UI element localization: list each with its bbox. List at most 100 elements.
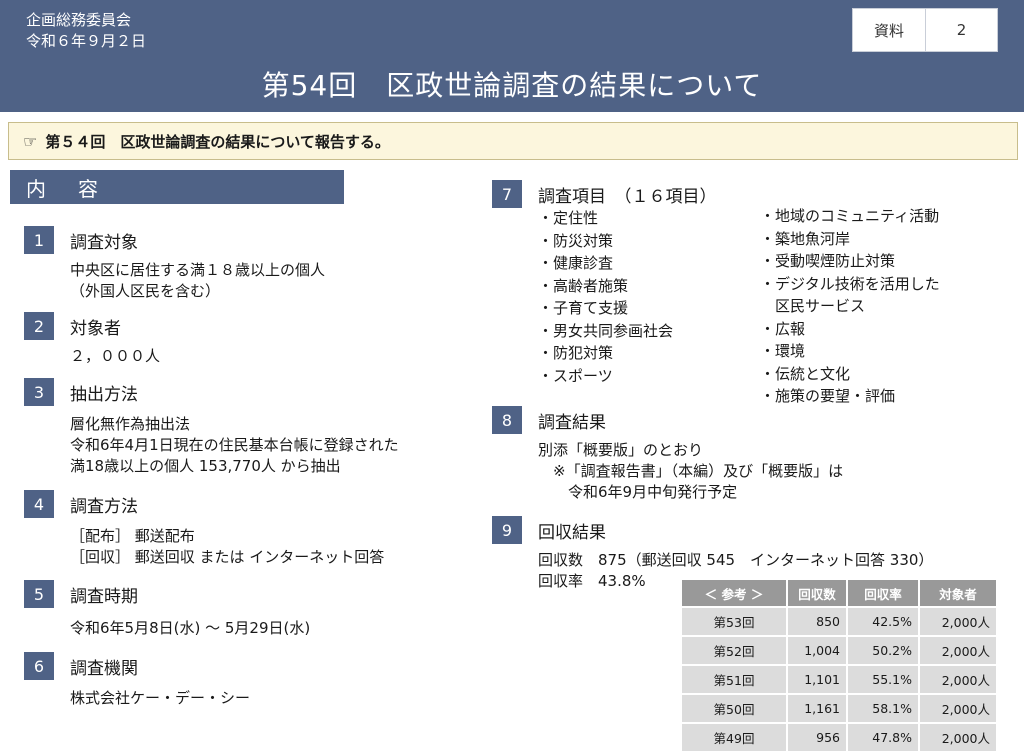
list-item: ・築地魚河岸 — [760, 229, 851, 248]
table-cell: 2,000人 — [918, 722, 998, 753]
item-sampling-method-body: 層化無作為抽出法 令和6年4月1日現在の住民基本台帳に登録された 満18歳以上の… — [70, 414, 399, 477]
table-cell: 55.1% — [846, 664, 920, 695]
body-line: 株式会社ケー・デー・シー — [70, 689, 251, 707]
body-line: ［回収］ 郵送回収 または インターネット回答 — [70, 548, 385, 566]
item-title: 調査方法 — [70, 497, 138, 517]
table-cell: 58.1% — [846, 693, 920, 724]
reference-table: ＜ 参考 ＞ 回収数 回収率 対象者 第53回 850 42.5% 2,000人… — [680, 578, 998, 753]
committee-date: 令和６年９月２日 — [26, 32, 147, 50]
column-header: 回収数 — [786, 578, 848, 608]
header-banner: 企画総務委員会 令和６年９月２日 資料 2 第54回 区政世論調査の結果について — [0, 0, 1024, 112]
list-item: ・健康診査 — [538, 254, 614, 272]
list-item: ・伝統と文化 — [760, 364, 851, 383]
list-item: ・デジタル技術を活用した — [760, 274, 940, 293]
table-cell: 第49回 — [680, 722, 788, 753]
table-cell: 47.8% — [846, 722, 920, 753]
item-number: 5 — [24, 580, 54, 608]
body-line: 令和6年4月1日現在の住民基本台帳に登録された — [70, 436, 399, 454]
summary-bar: ☞ 第５４回 区政世論調査の結果について報告する。 — [8, 122, 1018, 160]
list-item: ・スポーツ — [538, 366, 613, 385]
table-cell: 1,161 — [786, 693, 848, 724]
document-badge: 資料 2 — [852, 8, 998, 52]
committee-info: 企画総務委員会 令和６年９月２日 — [26, 10, 146, 52]
list-item: ・子育て支援 — [538, 299, 629, 317]
body-line: 回収数 875（郵送回収 545 インターネット回答 330） — [538, 551, 934, 569]
item-number: 4 — [24, 490, 54, 518]
table-cell: 第52回 — [680, 635, 788, 666]
table-row: 第49回 956 47.8% 2,000人 — [680, 722, 998, 753]
item-number: 9 — [492, 516, 522, 544]
table-row: 第50回 1,161 58.1% 2,000人 — [680, 693, 998, 724]
item-survey-agency-body: 株式会社ケー・デー・シー — [70, 688, 250, 709]
item-title: 対象者 — [70, 319, 121, 339]
table-cell: 2,000人 — [918, 606, 998, 637]
list-item: ・受動喫煙防止対策 — [760, 252, 896, 270]
item-number: 3 — [24, 378, 54, 406]
item-title: 回収結果 — [538, 523, 606, 543]
topics-list-right: ・地域のコミュニティ活動 ・築地魚河岸 ・受動喫煙防止対策 ・デジタル技術を活用… — [760, 205, 940, 408]
body-line: 層化無作為抽出法 — [70, 415, 191, 433]
table-cell: 50.2% — [846, 635, 920, 666]
table-cell: 956 — [786, 722, 848, 753]
item-title: 調査時期 — [70, 587, 138, 607]
badge-number: 2 — [956, 21, 967, 39]
item-survey-method-body: ［配布］ 郵送配布 ［回収］ 郵送回収 または インターネット回答 — [70, 526, 384, 568]
item-respondents-body: ２，０００人 — [70, 346, 160, 367]
page-title: 第54回 区政世論調査の結果について — [261, 69, 763, 102]
table-cell: 第50回 — [680, 693, 788, 724]
table-cell: 2,000人 — [918, 693, 998, 724]
table-cell: 1,101 — [786, 664, 848, 695]
table-cell: 2,000人 — [918, 635, 998, 666]
table-cell: 1,004 — [786, 635, 848, 666]
column-header: 対象者 — [918, 578, 998, 608]
item-number: 6 — [24, 652, 54, 680]
item-title: 調査機関 — [70, 659, 138, 679]
item-survey-period-body: 令和6年5月8日(水) ～ 5月29日(水) — [70, 618, 310, 639]
body-line: 令和6年9月中旬発行予定 — [538, 483, 738, 501]
body-line: 満18歳以上の個人 153,770人 から抽出 — [70, 457, 341, 475]
pointing-hand-icon: ☞ — [23, 131, 38, 151]
list-item: 区民サービス — [760, 297, 866, 315]
item-title: 調査結果 — [538, 413, 606, 433]
item-title: 調査対象 — [70, 233, 138, 253]
list-item: ・地域のコミュニティ活動 — [760, 207, 940, 225]
table-row: 第51回 1,101 55.1% 2,000人 — [680, 664, 998, 695]
list-item: ・環境 — [760, 342, 806, 360]
item-number: 1 — [24, 226, 54, 254]
list-item: ・定住性 — [538, 209, 599, 227]
badge-label: 資料 — [853, 9, 926, 51]
item-title: 抽出方法 — [70, 385, 138, 405]
list-item: ・高齢者施策 — [538, 276, 629, 295]
table-cell: 第51回 — [680, 664, 788, 695]
table-cell: 850 — [786, 606, 848, 637]
body-line: ［配布］ 郵送配布 — [70, 527, 195, 545]
item-title: 調査項目 （１６項目） — [538, 187, 717, 207]
table-cell: 2,000人 — [918, 664, 998, 695]
item-number: 7 — [492, 180, 522, 208]
list-item: ・防犯対策 — [538, 344, 614, 362]
body-line: 令和6年5月8日(水) ～ 5月29日(水) — [70, 619, 311, 637]
list-item: ・広報 — [760, 319, 806, 338]
column-header: ＜ 参考 ＞ — [680, 578, 788, 608]
committee-name: 企画総務委員会 — [26, 11, 132, 29]
table-header-row: ＜ 参考 ＞ 回収数 回収率 対象者 — [680, 578, 998, 608]
item-number: 2 — [24, 312, 54, 340]
summary-text: 第５４回 区政世論調査の結果について報告する。 — [45, 132, 390, 151]
list-item: ・施策の要望・評価 — [760, 387, 896, 405]
table-cell: 第53回 — [680, 606, 788, 637]
topics-list-left: ・定住性 ・防災対策 ・健康診査 ・高齢者施策 ・子育て支援 ・男女共同参画社会… — [538, 207, 673, 387]
item-number: 8 — [492, 406, 522, 434]
table-row: 第52回 1,004 50.2% 2,000人 — [680, 635, 998, 666]
list-item: ・男女共同参画社会 — [538, 321, 674, 340]
list-item: ・防災対策 — [538, 231, 614, 250]
body-line: 別添「概要版」のとおり — [538, 441, 704, 459]
body-line: （外国人区民を含む） — [70, 282, 221, 300]
section-heading: 内 容 — [10, 170, 344, 204]
item-survey-results-body: 別添「概要版」のとおり ※「調査報告書」（本編）及び「概要版」は 令和6年9月中… — [538, 440, 843, 503]
column-header: 回収率 — [846, 578, 920, 608]
body-line: ※「調査報告書」（本編）及び「概要版」は — [538, 462, 844, 480]
table-row: 第53回 850 42.5% 2,000人 — [680, 606, 998, 637]
body-line: 中央区に居住する満１８歳以上の個人 — [70, 261, 326, 279]
item-survey-target-body: 中央区に居住する満１８歳以上の個人 （外国人区民を含む） — [70, 260, 325, 302]
table-cell: 42.5% — [846, 606, 920, 637]
